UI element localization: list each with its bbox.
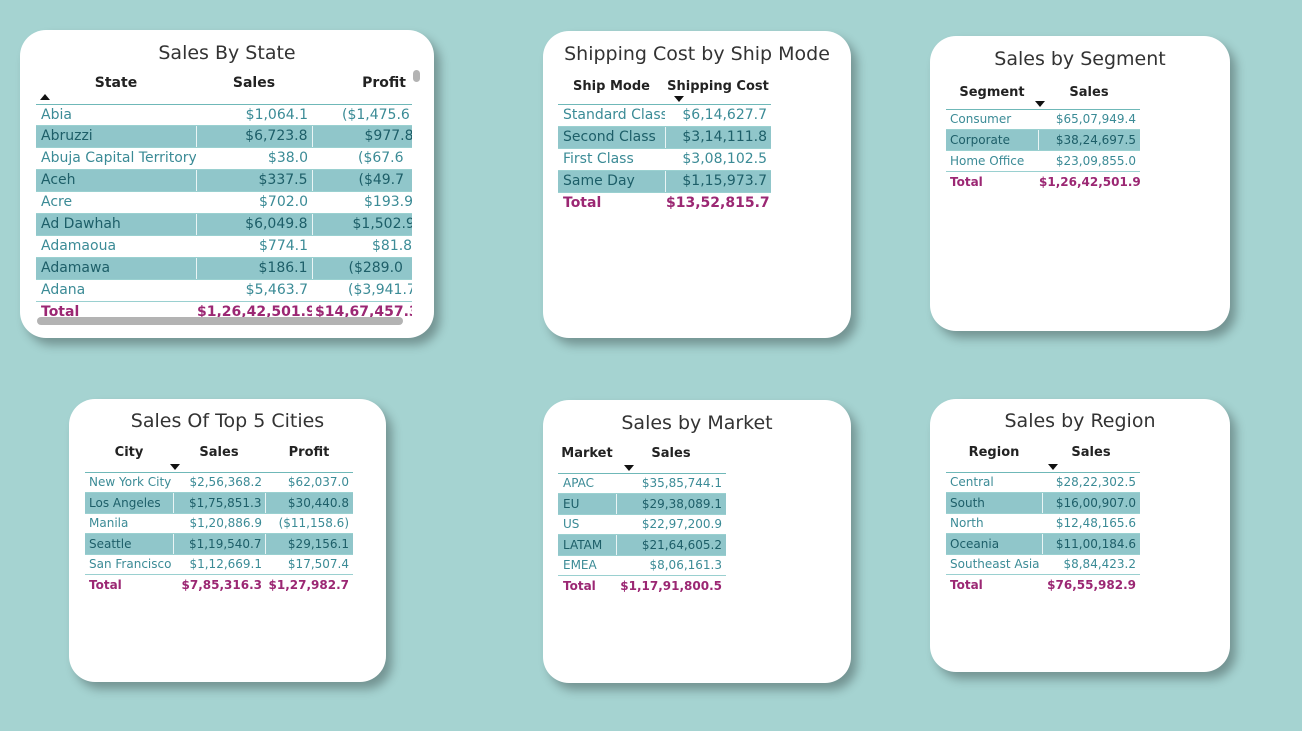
- table-row[interactable]: EMEA $8,06,161.3: [558, 555, 726, 576]
- table-row[interactable]: Central $28,22,302.5: [946, 472, 1140, 493]
- column-header-state[interactable]: State: [36, 74, 196, 105]
- column-header-market[interactable]: Market: [558, 443, 616, 474]
- table-row[interactable]: South $16,00,907.0: [946, 492, 1140, 514]
- table-row[interactable]: Adamaoua $774.1 $81.8: [36, 235, 412, 258]
- ship-mode-table: Ship Mode Shipping Cost Standard Class $6…: [558, 76, 771, 214]
- column-header-sales[interactable]: Sales: [1035, 81, 1140, 110]
- sales-by-state-card: Sales By State State Sales Profit Abia $1…: [20, 30, 434, 338]
- card-title: Shipping Cost by Ship Mode: [564, 43, 830, 65]
- sales-by-market-card: Sales by Market Market Sales APAC $35,85,…: [543, 400, 851, 683]
- total-row: Total $7,85,316.3 $1,27,982.7: [85, 573, 353, 595]
- state-table: State Sales Profit Abia $1,064.1 ($1,475.6…: [36, 74, 412, 323]
- table-row[interactable]: First Class $3,08,102.5: [558, 148, 771, 171]
- market-table: Market Sales APAC $35,85,744.1 EU $29,38,0…: [558, 443, 726, 596]
- total-row: Total $1,17,91,800.5: [558, 574, 726, 596]
- column-header-ship-mode[interactable]: Ship Mode: [558, 76, 665, 105]
- table-row[interactable]: Corporate $38,24,697.5: [946, 129, 1140, 151]
- table-row[interactable]: US $22,97,200.9: [558, 514, 726, 535]
- table-row[interactable]: Los Angeles $1,75,851.3 $30,440.8: [85, 492, 353, 514]
- column-header-region[interactable]: Region: [946, 442, 1042, 473]
- column-header-segment[interactable]: Segment: [946, 81, 1038, 110]
- table-row[interactable]: New York City $2,56,368.2 $62,037.0: [85, 472, 353, 493]
- card-title: Sales by Region: [1004, 410, 1156, 432]
- table-row[interactable]: Standard Class $6,14,627.7: [558, 104, 771, 127]
- region-table: Region Sales Central $28,22,302.5 South $1…: [946, 442, 1140, 595]
- table-row[interactable]: Ad Dawhah $6,049.8 $1,502.9: [36, 213, 412, 236]
- column-header-sales[interactable]: Sales: [616, 443, 726, 474]
- table-row[interactable]: Second Class $3,14,111.8: [558, 126, 771, 149]
- table-row[interactable]: Oceania $11,00,184.6: [946, 533, 1140, 555]
- table-row[interactable]: North $12,48,165.6: [946, 513, 1140, 534]
- table-row[interactable]: Southeast Asia $8,84,423.2: [946, 554, 1140, 575]
- shipping-cost-card: Shipping Cost by Ship Mode Ship Mode Shi…: [543, 31, 851, 338]
- table-row[interactable]: Home Office $23,09,855.0: [946, 150, 1140, 172]
- top-cities-card: Sales Of Top 5 Cities City Sales Profit …: [69, 399, 386, 682]
- column-header-sales[interactable]: Sales: [196, 74, 312, 105]
- table-row[interactable]: Abia $1,064.1 ($1,475.6: [36, 104, 412, 126]
- sort-ascending-icon[interactable]: [40, 93, 50, 100]
- table-row[interactable]: Adana $5,463.7 ($3,941.7: [36, 279, 412, 302]
- total-row: Total $76,55,982.9: [946, 573, 1140, 595]
- card-title: Sales By State: [158, 42, 296, 64]
- column-header-shipping-cost[interactable]: Shipping Cost: [665, 76, 771, 105]
- horizontal-scrollbar[interactable]: [37, 317, 403, 325]
- sort-descending-icon[interactable]: [1035, 100, 1045, 107]
- cities-table: City Sales Profit New York City $2,56,368…: [85, 442, 353, 595]
- vertical-scrollbar[interactable]: [413, 70, 420, 82]
- total-row: Total $1,26,42,501.9: [946, 170, 1140, 192]
- table-row[interactable]: Seattle $1,19,540.7 $29,156.1: [85, 533, 353, 555]
- sort-descending-icon[interactable]: [1048, 463, 1058, 470]
- sales-by-segment-card: Sales by Segment Segment Sales Consumer $…: [930, 36, 1230, 331]
- card-title: Sales Of Top 5 Cities: [130, 410, 325, 432]
- card-title: Sales by Segment: [994, 48, 1166, 70]
- table-row[interactable]: EU $29,38,089.1: [558, 493, 726, 515]
- segment-table: Segment Sales Consumer $65,07,949.4 Corpo…: [946, 81, 1140, 192]
- total-row: Total $13,52,815.7: [558, 191, 771, 214]
- table-row[interactable]: APAC $35,85,744.1: [558, 473, 726, 494]
- table-row[interactable]: Consumer $65,07,949.4: [946, 109, 1140, 130]
- column-header-city[interactable]: City: [85, 442, 173, 473]
- table-row[interactable]: Manila $1,20,886.9 ($11,158.6): [85, 513, 353, 534]
- sort-descending-icon[interactable]: [624, 464, 634, 471]
- sort-descending-icon[interactable]: [674, 95, 684, 102]
- table-row[interactable]: San Francisco $1,12,669.1 $17,507.4: [85, 554, 353, 575]
- table-row[interactable]: LATAM $21,64,605.2: [558, 534, 726, 556]
- table-row[interactable]: Abruzzi $6,723.8 $977.8: [36, 125, 412, 148]
- sales-by-region-card: Sales by Region Region Sales Central $28,…: [930, 399, 1230, 672]
- sort-descending-icon[interactable]: [170, 463, 180, 470]
- card-title: Sales by Market: [621, 412, 773, 434]
- table-row[interactable]: Same Day $1,15,973.7: [558, 170, 771, 193]
- table-row[interactable]: Acre $702.0 $193.9: [36, 191, 412, 214]
- table-row[interactable]: Abuja Capital Territory $38.0 ($67.6: [36, 147, 412, 170]
- column-header-sales[interactable]: Sales: [1042, 442, 1140, 473]
- column-header-sales[interactable]: Sales: [170, 442, 265, 473]
- column-header-profit[interactable]: Profit: [312, 74, 412, 105]
- table-row[interactable]: Aceh $337.5 ($49.7: [36, 169, 412, 192]
- column-header-profit[interactable]: Profit: [265, 442, 353, 473]
- table-row[interactable]: Adamawa $186.1 ($289.0: [36, 257, 412, 280]
